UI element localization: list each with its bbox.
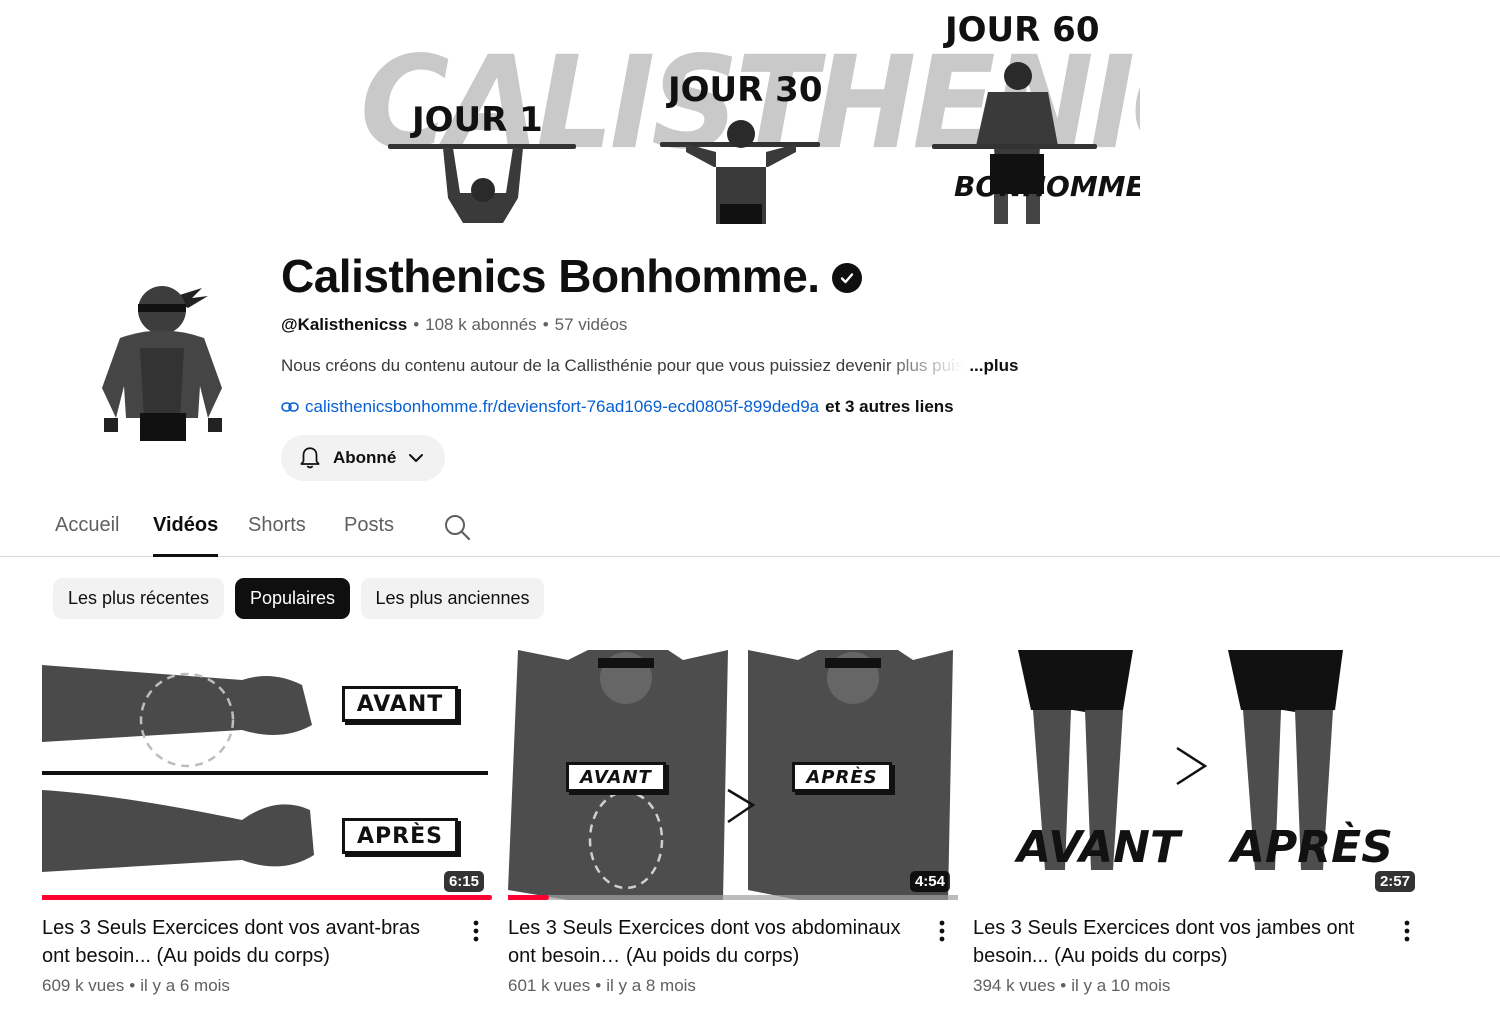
video-age: il y a 8 mois [606,976,696,995]
chip-oldest[interactable]: Les plus anciennes [361,578,544,619]
thumb-label-before: AVANT [1017,822,1181,873]
video-card[interactable]: AVANT APRÈS 6:15 Les 3 Seuls Exercices d… [42,650,492,995]
video-duration: 6:15 [443,871,484,892]
more-options-icon[interactable] [1399,918,1415,946]
description-more-link[interactable]: ...plus [969,356,1018,376]
channel-tabs: Accueil Vidéos Shorts Posts [0,500,1500,557]
watch-progress-bar [508,895,958,900]
video-views: 601 k vues [508,976,591,995]
channel-external-link[interactable]: calisthenicsbonhomme.fr/deviensfort-76ad… [305,397,819,417]
channel-links: calisthenicsbonhomme.fr/deviensfort-76ad… [281,397,954,417]
video-thumbnail[interactable]: AVANT APRÈS 4:54 [508,650,958,900]
thumb-label-before: AVANT [342,686,458,722]
chevron-down-icon [409,454,424,463]
meta-separator: • [595,976,602,995]
more-options-icon[interactable] [468,918,484,946]
video-title[interactable]: Les 3 Seuls Exercices dont vos jambes on… [973,914,1373,970]
tab-shorts[interactable]: Shorts [248,514,306,537]
video-views: 609 k vues [42,976,125,995]
channel-description[interactable]: Nous créons du contenu autour de la Call… [281,356,1018,376]
banner-figure-day1 [388,144,576,223]
video-meta: 601 k vues • il y a 8 mois [508,976,696,996]
meta-separator: • [129,976,136,995]
link-icon [281,402,299,412]
chip-popular[interactable]: Populaires [235,578,350,619]
video-duration: 2:57 [1374,871,1415,892]
meta-separator: • [1060,976,1067,995]
subscribed-button[interactable]: Abonné [281,435,445,481]
verified-badge-icon [831,263,862,293]
tab-posts[interactable]: Posts [344,514,394,537]
tab-home[interactable]: Accueil [55,514,119,537]
video-thumbnail[interactable]: AVANT APRÈS 6:15 [42,650,492,900]
watch-progress-bar [42,895,492,900]
banner-label-day1: JOUR 1 [412,100,543,140]
video-age: il y a 6 mois [140,976,230,995]
watch-progress-fill [42,895,492,900]
chip-most-recent[interactable]: Les plus récentes [53,578,224,619]
video-card[interactable]: AVANT APRÈS 2:57 Les 3 Seuls Exercices d… [973,650,1423,995]
video-title[interactable]: Les 3 Seuls Exercices dont vos abdominau… [508,914,908,970]
subscriber-count: 108 k abonnés [425,315,537,334]
video-meta: 394 k vues • il y a 10 mois [973,976,1170,996]
video-duration: 4:54 [909,871,950,892]
subscribed-label: Abonné [333,448,397,467]
thumb-label-after: APRÈS [342,818,458,854]
other-links-button[interactable]: et 3 autres liens [825,397,954,417]
banner-figure-day30 [660,120,820,224]
meta-separator: • [413,315,420,334]
video-title[interactable]: Les 3 Seuls Exercices dont vos avant-bra… [42,914,442,970]
thumb-label-after: APRÈS [792,762,892,792]
channel-name: Calisthenics Bonhomme. [281,249,862,303]
watch-progress-fill [508,895,549,900]
channel-meta: @Kalisthenicss • 108 k abonnés • 57 vidé… [281,315,627,335]
channel-description-text: Nous créons du contenu autour de la Call… [281,356,964,375]
channel-avatar[interactable] [80,268,250,468]
video-card[interactable]: AVANT APRÈS 4:54 Les 3 Seuls Exercices d… [508,650,958,995]
video-thumbnail[interactable]: AVANT APRÈS 2:57 [973,650,1423,900]
banner-label-day60: JOUR 60 [945,10,1100,50]
banner-brand-mark: BONHOMME. [954,170,1140,203]
tab-videos[interactable]: Vidéos [153,514,219,557]
meta-separator: • [542,315,549,334]
channel-banner: CALISTHENICS JOUR 1 JOUR 30 JOUR 60 BONH… [360,0,1140,228]
banner-label-day30: JOUR 30 [668,70,823,110]
more-options-icon[interactable] [934,918,950,946]
thumb-label-before: AVANT [566,762,666,792]
thumb-label-after: APRÈS [1231,822,1393,873]
video-views: 394 k vues [973,976,1056,995]
bell-icon [300,447,320,469]
video-count: 57 vidéos [554,315,628,334]
search-icon[interactable] [443,513,471,541]
video-meta: 609 k vues • il y a 6 mois [42,976,230,996]
channel-name-text: Calisthenics Bonhomme. [281,250,820,302]
channel-handle: @Kalisthenicss [281,315,408,334]
video-age: il y a 10 mois [1071,976,1171,995]
